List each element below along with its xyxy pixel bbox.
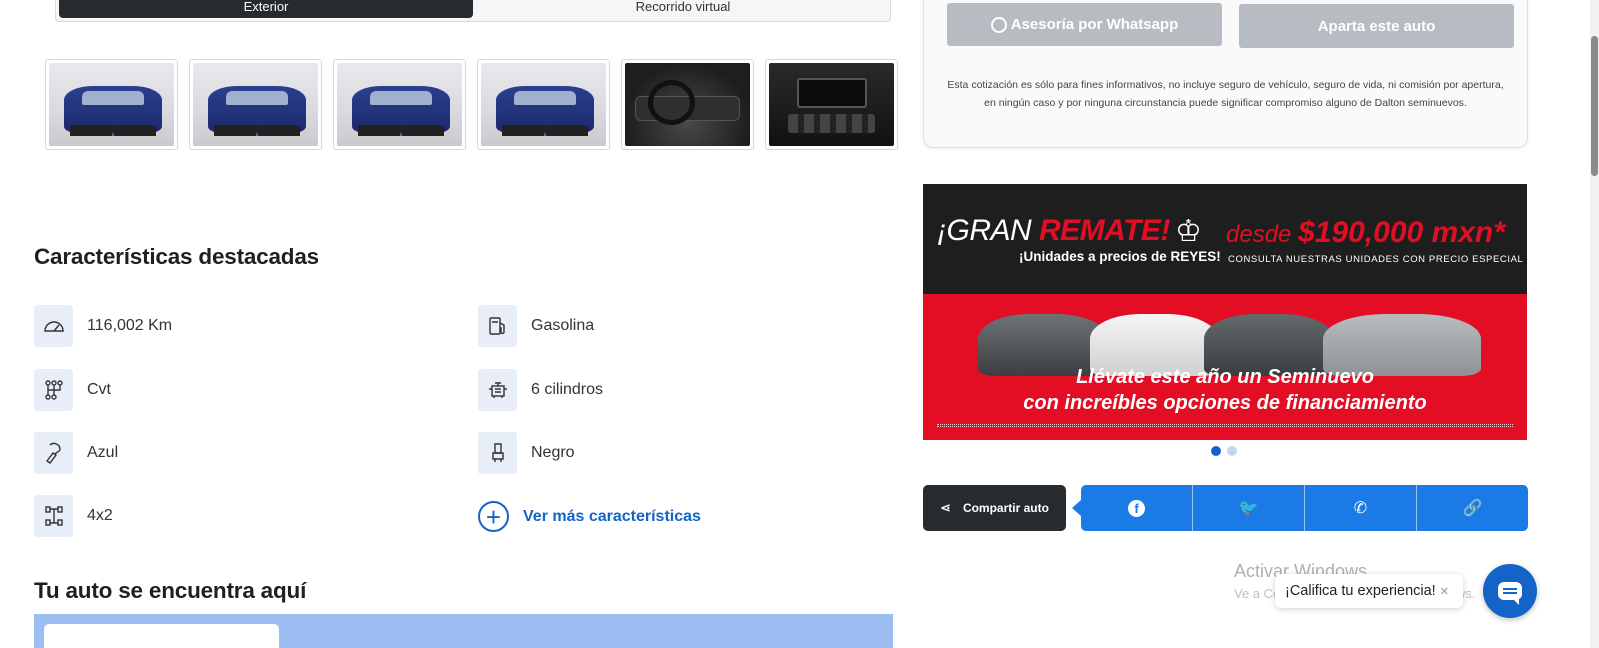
banner-pagination	[1211, 446, 1237, 456]
reserve-car-button[interactable]: Aparta este auto	[1239, 4, 1514, 48]
more-features-label: Ver más características	[523, 507, 701, 525]
location-title: Tu auto se encuentra aquí	[34, 578, 307, 603]
feature-label: Cvt	[87, 381, 111, 398]
chat-button[interactable]	[1483, 564, 1537, 618]
thumbnail-strip	[45, 59, 898, 150]
transmission-icon	[34, 369, 73, 411]
fuel-pump-icon	[478, 305, 517, 347]
pagination-dot-1[interactable]	[1211, 446, 1221, 456]
speedometer-icon	[34, 305, 73, 347]
car-photo	[193, 63, 318, 146]
tab-exterior[interactable]: Exterior	[59, 0, 473, 18]
share-whatsapp-button[interactable]: ✆	[1305, 485, 1417, 531]
thumbnail-exterior-3[interactable]	[333, 59, 466, 150]
feature-label: 4x2	[87, 507, 113, 524]
location-map[interactable]	[34, 614, 893, 648]
chat-bubble-icon	[1498, 582, 1522, 605]
feature-label: Azul	[87, 444, 119, 461]
feature-label: Negro	[531, 444, 575, 461]
car-photo	[337, 63, 462, 146]
copy-link-button[interactable]: 🔗	[1417, 485, 1528, 531]
thumbnail-exterior-4[interactable]	[477, 59, 610, 150]
feature-drivetrain: 4x2	[34, 495, 113, 537]
thumbnail-exterior-2[interactable]	[189, 59, 322, 150]
banner-headline: ¡GRAN REMATE!	[937, 214, 1170, 247]
quote-disclaimer: Esta cotización es sólo para fines infor…	[947, 79, 1504, 109]
whatsapp-icon	[990, 16, 1007, 33]
pagination-dot-2[interactable]	[1227, 446, 1237, 456]
car-photo	[769, 63, 894, 146]
gallery-view-toggle: Exterior Recorrido virtual	[55, 0, 891, 22]
link-icon: 🔗	[1462, 500, 1483, 517]
whatsapp-advice-button[interactable]: Asesoría por Whatsapp	[947, 3, 1222, 46]
feature-label: 116,002 Km	[87, 317, 173, 334]
thumbnail-interior-1[interactable]	[621, 59, 754, 150]
share-facebook-button[interactable]: f	[1081, 485, 1193, 531]
paint-icon	[34, 432, 73, 474]
feature-fuel: Gasolina	[478, 305, 594, 347]
share-car-label: ⋖ Compartir auto	[923, 485, 1066, 531]
banner-subtitle: ¡Unidades a precios de REYES!	[1019, 249, 1221, 264]
car-photo	[481, 63, 606, 146]
plus-circle-icon: +	[478, 501, 509, 532]
tab-virtual-tour[interactable]: Recorrido virtual	[476, 0, 890, 21]
engine-icon	[478, 369, 517, 411]
reserve-car-label: Aparta este auto	[1317, 17, 1436, 35]
banner-tagline-1: Llévate este año un Seminuevo	[1076, 366, 1374, 388]
feature-label: 6 cilindros	[531, 381, 604, 398]
share-twitter-button[interactable]: 🐦	[1193, 485, 1305, 531]
banner-fine-print	[937, 424, 1513, 427]
page-scrollbar[interactable]	[1590, 0, 1599, 648]
feature-transmission: Cvt	[34, 369, 111, 411]
rate-experience-bubble[interactable]: ¡Califica tu experiencia! ✕	[1275, 574, 1463, 608]
seat-icon	[478, 432, 517, 474]
share-arrow	[1072, 500, 1081, 516]
banner-subtitle-2: CONSULTA NUESTRAS UNIDADES CON PRECIO ES…	[1228, 254, 1524, 265]
rate-experience-text: ¡Califica tu experiencia!	[1285, 583, 1436, 599]
share-car-text: Compartir auto	[962, 501, 1049, 515]
promo-banner[interactable]: ¡GRAN REMATE! ♔ desde $190,000 mxn* ¡Uni…	[923, 184, 1527, 440]
whatsapp-icon: ✆	[1353, 500, 1368, 517]
close-icon[interactable]: ✕	[1440, 585, 1449, 598]
map-info-card	[44, 624, 279, 648]
features-title: Características destacadas	[34, 244, 319, 269]
car-photo	[625, 63, 750, 146]
feature-mileage: 116,002 Km	[34, 305, 172, 347]
feature-exterior-color: Azul	[34, 432, 118, 474]
twitter-icon: 🐦	[1238, 500, 1259, 517]
thumbnail-interior-2[interactable]	[765, 59, 898, 150]
feature-cylinders: 6 cilindros	[478, 369, 603, 411]
facebook-icon: f	[1128, 499, 1145, 517]
banner-tagline-2: con increíbles opciones de financiamient…	[1023, 392, 1427, 414]
banner-cars-image	[978, 280, 1483, 380]
whatsapp-advice-label: Asesoría por Whatsapp	[1010, 16, 1179, 33]
scrollbar-thumb[interactable]	[1591, 36, 1598, 176]
banner-price: desde $190,000 mxn*	[1226, 216, 1505, 249]
share-icon: ⋖	[940, 500, 951, 515]
drivetrain-icon	[34, 495, 73, 537]
thumbnail-exterior-1[interactable]	[45, 59, 178, 150]
feature-interior-color: Negro	[478, 432, 575, 474]
feature-label: Gasolina	[531, 317, 595, 334]
quote-card: Asesoría por Whatsapp Aparta este auto E…	[923, 0, 1528, 148]
share-buttons: f 🐦 ✆ 🔗	[1081, 485, 1528, 531]
crown-icon: ♔	[1175, 215, 1202, 248]
more-features-link[interactable]: + Ver más características	[478, 501, 701, 532]
car-photo	[49, 63, 174, 146]
